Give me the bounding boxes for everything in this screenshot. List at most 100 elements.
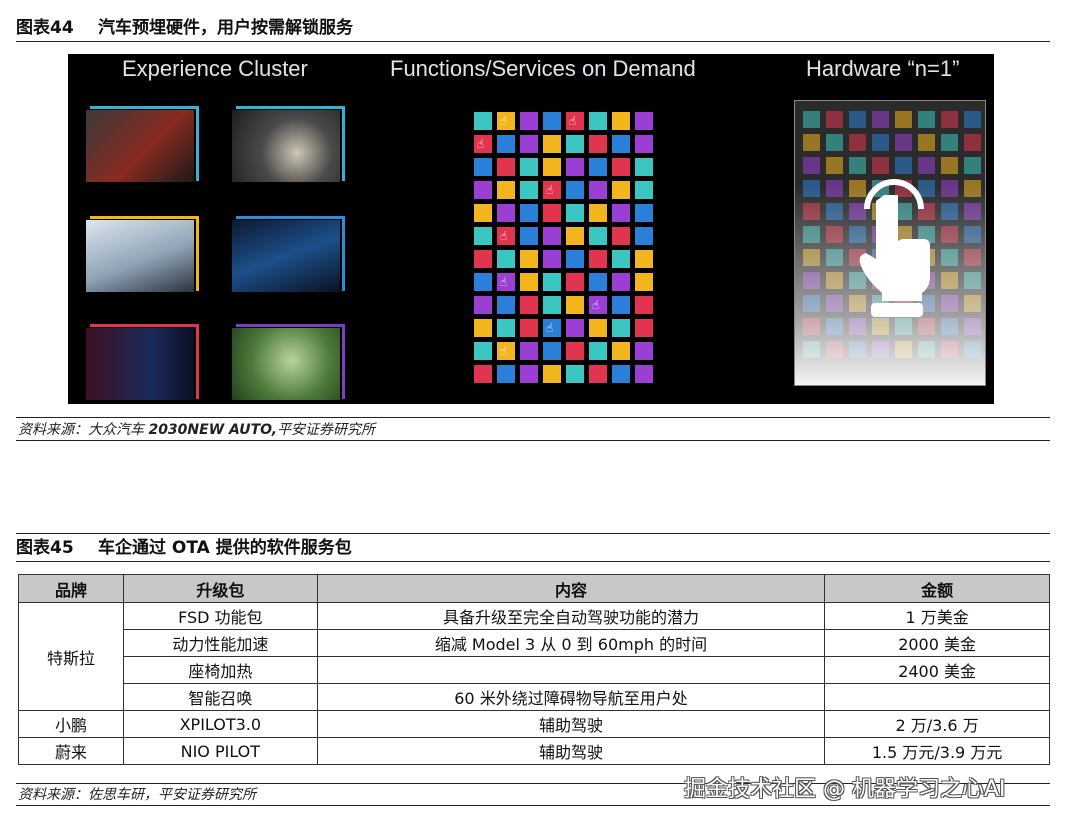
- grid-tile: [497, 250, 515, 268]
- grid-tile: [474, 112, 492, 130]
- grid-tile: [543, 365, 561, 383]
- grid-tile: [612, 112, 630, 130]
- price-cell: [824, 683, 1050, 711]
- figure-45-source: 资料来源：佐思车研，平安证券研究所: [18, 787, 256, 803]
- table-row: 智能召唤 60 米外绕过障碍物导航至用户处: [19, 683, 1050, 711]
- grid-tile: [589, 319, 607, 337]
- grid-tile: [635, 158, 653, 176]
- touch-hand-icon: [859, 179, 930, 317]
- grid-tile: [589, 365, 607, 383]
- grid-tile: [589, 181, 607, 199]
- grid-tile: [589, 250, 607, 268]
- content-cell: 具备升级至完全自动驾驶功能的潜力: [316, 602, 826, 630]
- grid-tile: [520, 273, 538, 291]
- grid-tile: [474, 227, 492, 245]
- price-cell: 2 万/3.6 万: [824, 710, 1050, 738]
- functions-on-demand-heading: Functions/Services on Demand: [390, 56, 696, 81]
- thumb-car-exterior: [86, 216, 199, 292]
- grid-tile: [497, 135, 515, 153]
- grid-tile: [520, 319, 538, 337]
- package-cell: 座椅加热: [122, 656, 318, 684]
- grid-tile: [589, 342, 607, 360]
- grid-tile: [543, 250, 561, 268]
- grid-tile: [566, 181, 584, 199]
- grid-tile: [497, 296, 515, 314]
- figure-44-bottom-rule: [16, 440, 1050, 441]
- grid-tile: [635, 250, 653, 268]
- table-row: 座椅加热 2400 美金: [19, 656, 1050, 684]
- thumb-driver-interior: [86, 106, 199, 182]
- grid-tile: [635, 204, 653, 222]
- tap-hand-icon: ☝: [500, 344, 508, 358]
- thumb-voice-assistant: [86, 324, 199, 400]
- tap-hand-icon: ☝: [569, 114, 577, 128]
- header-price: 金额: [824, 574, 1050, 603]
- header-brand: 品牌: [18, 574, 124, 603]
- grid-tile: [612, 181, 630, 199]
- grid-tile: [543, 273, 561, 291]
- grid-tile: [566, 204, 584, 222]
- package-cell: 动力性能加速: [122, 629, 318, 657]
- grid-tile: [635, 342, 653, 360]
- grid-tile: [497, 181, 515, 199]
- grid-tile: [589, 112, 607, 130]
- grid-tile: [589, 273, 607, 291]
- grid-tile: [566, 135, 584, 153]
- grid-tile: [566, 319, 584, 337]
- grid-tile: [520, 250, 538, 268]
- grid-tile: [497, 365, 515, 383]
- tap-hand-icon: ☝: [546, 321, 554, 335]
- grid-tile: [635, 112, 653, 130]
- content-cell: 辅助驾驶: [316, 737, 826, 765]
- grid-tile: [612, 296, 630, 314]
- grid-tile: [612, 204, 630, 222]
- grid-tile: [543, 112, 561, 130]
- grid-tile: [566, 365, 584, 383]
- experience-cluster-heading: Experience Cluster: [122, 56, 308, 81]
- grid-tile: [520, 181, 538, 199]
- tap-hand-icon: ☝: [477, 137, 485, 151]
- grid-tile: [474, 158, 492, 176]
- grid-tile: [497, 204, 515, 222]
- figure-44-title: 图表44 汽车预埋硬件，用户按需解锁服务: [16, 17, 1050, 39]
- package-cell: 智能召唤: [122, 683, 318, 711]
- brand-cell: 蔚来: [18, 737, 124, 765]
- grid-tile: [520, 365, 538, 383]
- source-bold: 2030NEW AUTO,: [148, 422, 278, 438]
- grid-tile: [589, 227, 607, 245]
- content-cell: 缩减 Model 3 从 0 到 60mph 的时间: [316, 629, 826, 657]
- grid-tile: [612, 365, 630, 383]
- grid-tile: [612, 227, 630, 245]
- figure-44-image: Experience Cluster Functions/Services on…: [68, 54, 994, 404]
- figure-45-number: 图表45: [16, 538, 74, 558]
- hardware-panel: [794, 100, 986, 386]
- figure-45-top-rule: [16, 533, 1050, 534]
- grid-tile: [635, 365, 653, 383]
- source-suffix: 平安证券研究所: [277, 422, 376, 438]
- grid-tile: [520, 158, 538, 176]
- grid-tile: [612, 273, 630, 291]
- grid-tile: [635, 135, 653, 153]
- package-cell: NIO PILOT: [122, 737, 318, 765]
- figure-44-caption: 汽车预埋硬件，用户按需解锁服务: [98, 18, 353, 38]
- grid-tile: [520, 227, 538, 245]
- grid-tile: [612, 250, 630, 268]
- grid-tile: [589, 204, 607, 222]
- grid-tile: [474, 181, 492, 199]
- grid-tile: [612, 319, 630, 337]
- ota-services-table: 品牌 升级包 内容 金额 特斯拉 FSD 功能包 具备升级至完全自动驾驶功能的潜…: [18, 574, 1050, 765]
- figure-44-bottom-rule-top: [16, 417, 1050, 418]
- source-prefix: 资料来源：大众汽车: [18, 422, 149, 438]
- price-cell: 1.5 万元/3.9 万元: [824, 737, 1050, 765]
- tap-hand-icon: ☝: [500, 114, 508, 128]
- grid-tile: [543, 158, 561, 176]
- grid-tile: [543, 135, 561, 153]
- brand-cell: 小鹏: [18, 710, 124, 738]
- table-row: 蔚来 NIO PILOT 辅助驾驶 1.5 万元/3.9 万元: [18, 737, 1050, 765]
- grid-tile: [497, 158, 515, 176]
- grid-tile: [612, 342, 630, 360]
- header-package: 升级包: [122, 574, 318, 603]
- grid-tile: [612, 158, 630, 176]
- brand-cell: 特斯拉: [18, 602, 124, 711]
- table-row: 特斯拉 FSD 功能包 具备升级至完全自动驾驶功能的潜力 1 万美金: [18, 602, 1050, 711]
